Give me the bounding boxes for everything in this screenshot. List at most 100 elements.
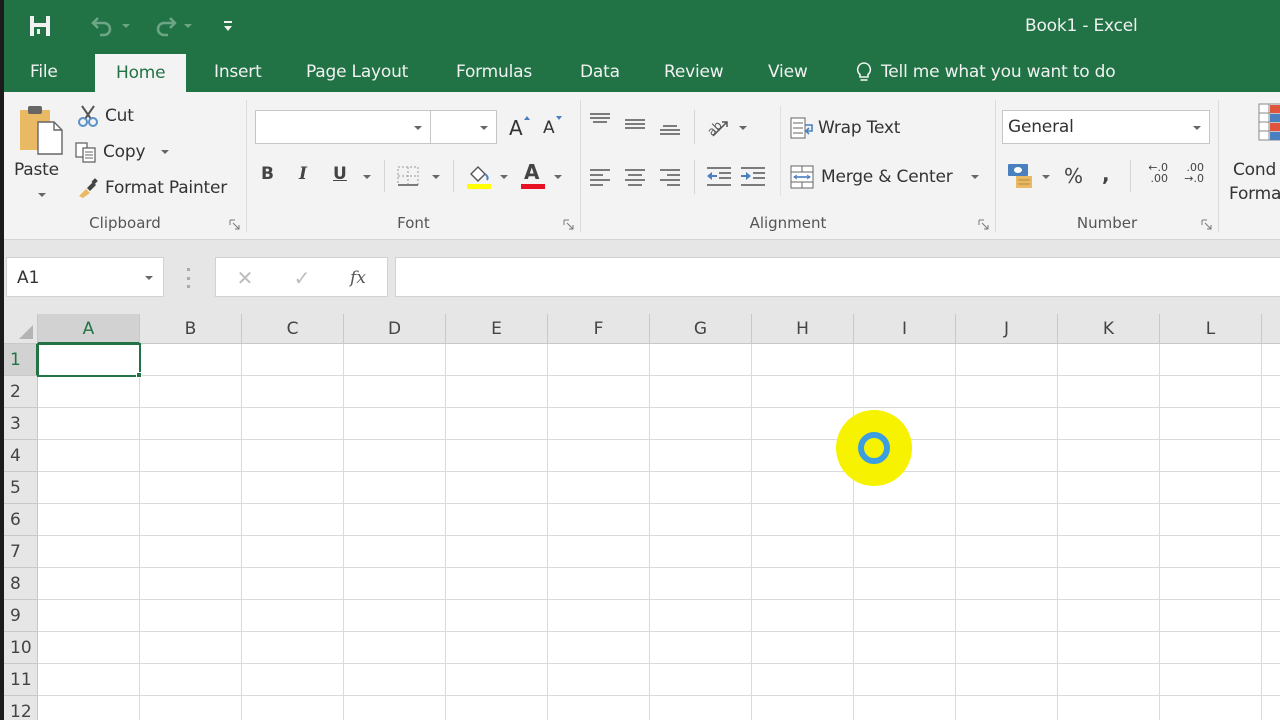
cell-k8[interactable]	[1058, 568, 1160, 600]
cell-h11[interactable]	[752, 664, 854, 696]
font-size-combo[interactable]	[430, 110, 497, 144]
cell-g5[interactable]	[650, 472, 752, 504]
cell-k4[interactable]	[1058, 440, 1160, 472]
accounting-dropdown-icon[interactable]	[1042, 175, 1050, 179]
copy-button[interactable]: Copy	[74, 138, 170, 166]
cell-h12[interactable]	[752, 696, 854, 720]
cell-j2[interactable]	[956, 376, 1058, 408]
cell-a11[interactable]	[38, 664, 140, 696]
cell-c5[interactable]	[242, 472, 344, 504]
cell-l12[interactable]	[1160, 696, 1262, 720]
cell-e4[interactable]	[446, 440, 548, 472]
cell-b2[interactable]	[140, 376, 242, 408]
cell-a2[interactable]	[38, 376, 140, 408]
cell-g11[interactable]	[650, 664, 752, 696]
cell-j12[interactable]	[956, 696, 1058, 720]
cell-g10[interactable]	[650, 632, 752, 664]
cell-m9[interactable]	[1262, 600, 1280, 632]
paste-dropdown-icon[interactable]	[38, 193, 46, 197]
cell-g12[interactable]	[650, 696, 752, 720]
cell-g3[interactable]	[650, 408, 752, 440]
font-name-combo[interactable]	[255, 110, 431, 144]
row-header-4[interactable]: 4	[4, 440, 38, 472]
cell-a4[interactable]	[38, 440, 140, 472]
cell-g4[interactable]	[650, 440, 752, 472]
cell-b3[interactable]	[140, 408, 242, 440]
accounting-format-icon[interactable]	[1006, 162, 1036, 190]
row-header-2[interactable]: 2	[4, 376, 38, 408]
cell-f6[interactable]	[548, 504, 650, 536]
cell-f11[interactable]	[548, 664, 650, 696]
undo-button[interactable]	[86, 10, 134, 42]
cell-a12[interactable]	[38, 696, 140, 720]
cell-d4[interactable]	[344, 440, 446, 472]
alignment-dialog-launcher-icon[interactable]	[978, 219, 989, 230]
cell-e10[interactable]	[446, 632, 548, 664]
tab-page-layout[interactable]: Page Layout	[306, 52, 408, 92]
bold-button[interactable]: B	[261, 164, 274, 184]
cell-e5[interactable]	[446, 472, 548, 504]
column-header-d[interactable]: D	[344, 314, 446, 344]
cell-a10[interactable]	[38, 632, 140, 664]
cell-i10[interactable]	[854, 632, 956, 664]
cell-m6[interactable]	[1262, 504, 1280, 536]
cell-h9[interactable]	[752, 600, 854, 632]
row-header-5[interactable]: 5	[4, 472, 38, 504]
cell-l11[interactable]	[1160, 664, 1262, 696]
clipboard-dialog-launcher-icon[interactable]	[229, 219, 240, 230]
cell-b6[interactable]	[140, 504, 242, 536]
cell-b8[interactable]	[140, 568, 242, 600]
cell-k5[interactable]	[1058, 472, 1160, 504]
cell-e1[interactable]	[446, 344, 548, 376]
cell-b12[interactable]	[140, 696, 242, 720]
borders-icon[interactable]	[397, 166, 419, 186]
cell-d10[interactable]	[344, 632, 446, 664]
cell-k12[interactable]	[1058, 696, 1160, 720]
row-header-1[interactable]: 1	[4, 344, 38, 376]
conditional-formatting-button[interactable]: Cond Forma	[1227, 102, 1280, 204]
save-button[interactable]	[24, 10, 56, 42]
cell-e9[interactable]	[446, 600, 548, 632]
cell-f4[interactable]	[548, 440, 650, 472]
row-header-12[interactable]: 12	[4, 696, 38, 720]
cell-e11[interactable]	[446, 664, 548, 696]
redo-button[interactable]	[148, 10, 196, 42]
undo-dropdown-icon[interactable]	[122, 24, 130, 28]
cell-b9[interactable]	[140, 600, 242, 632]
cell-h7[interactable]	[752, 536, 854, 568]
cell-k7[interactable]	[1058, 536, 1160, 568]
cell-l6[interactable]	[1160, 504, 1262, 536]
copy-dropdown-icon[interactable]	[161, 150, 170, 154]
cell-a3[interactable]	[38, 408, 140, 440]
cell-f10[interactable]	[548, 632, 650, 664]
cell-c2[interactable]	[242, 376, 344, 408]
align-left-icon[interactable]	[589, 168, 611, 186]
cell-d11[interactable]	[344, 664, 446, 696]
cell-h2[interactable]	[752, 376, 854, 408]
cell-d6[interactable]	[344, 504, 446, 536]
font-name-dropdown-icon[interactable]	[414, 126, 422, 130]
column-header-l[interactable]: L	[1160, 314, 1262, 344]
cell-d7[interactable]	[344, 536, 446, 568]
cell-e3[interactable]	[446, 408, 548, 440]
cell-k9[interactable]	[1058, 600, 1160, 632]
percent-style-button[interactable]: %	[1064, 164, 1083, 188]
cell-k6[interactable]	[1058, 504, 1160, 536]
cell-b1[interactable]	[140, 344, 242, 376]
cell-f3[interactable]	[548, 408, 650, 440]
cell-k11[interactable]	[1058, 664, 1160, 696]
tab-insert[interactable]: Insert	[214, 52, 262, 92]
cell-f12[interactable]	[548, 696, 650, 720]
cell-k2[interactable]	[1058, 376, 1160, 408]
decrease-decimal-button[interactable]: .00 →.0	[1178, 162, 1204, 184]
top-align-icon[interactable]	[589, 112, 611, 128]
cell-h6[interactable]	[752, 504, 854, 536]
increase-decimal-button[interactable]: ←.0 .00	[1142, 162, 1168, 184]
borders-dropdown-icon[interactable]	[432, 175, 440, 179]
cell-i12[interactable]	[854, 696, 956, 720]
column-header-k[interactable]: K	[1058, 314, 1160, 344]
cell-e12[interactable]	[446, 696, 548, 720]
cell-a1[interactable]	[38, 344, 140, 376]
column-header-h[interactable]: H	[752, 314, 854, 344]
tab-view[interactable]: View	[768, 52, 808, 92]
